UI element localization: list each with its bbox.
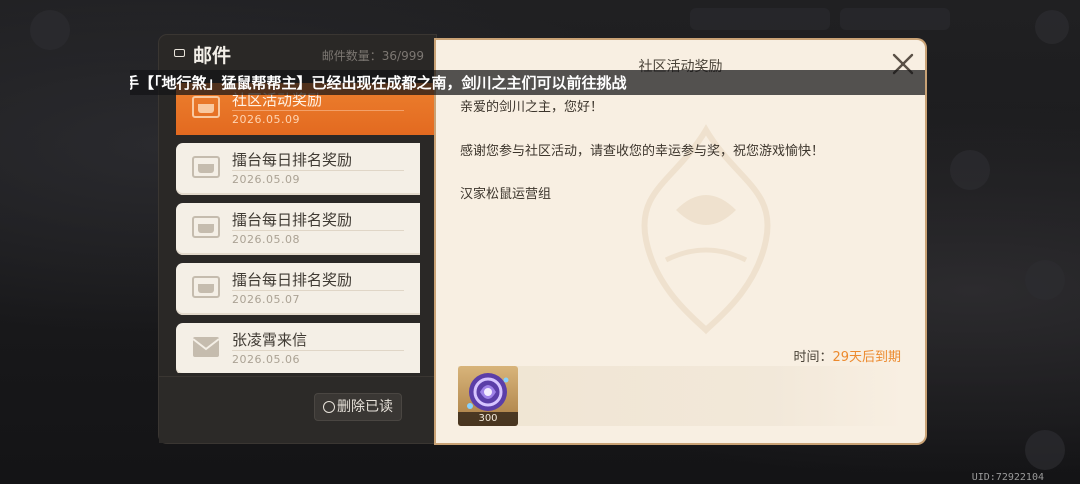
mail-item-date: 2026.05.09 (232, 173, 300, 186)
mail-item-date: 2026.05.07 (232, 293, 300, 306)
mail-item-date: 2026.05.06 (232, 353, 300, 366)
greeting-text: 亲爱的剑川之主，您好！ (460, 100, 604, 115)
background-decoration (840, 8, 950, 30)
mail-item-label: 擂台每日排名奖励 (232, 211, 353, 229)
uid-label: UID:72922104 (971, 472, 1044, 483)
divider (232, 350, 404, 351)
attachment-bar: 300 (458, 366, 904, 426)
divider (232, 230, 404, 231)
background-decoration (1025, 430, 1065, 470)
announcement-banner: 手【「地行煞」猛鼠帮帮主】已经出现在成都之南，剑川之主们可以前往挑战 (130, 70, 925, 95)
mail-detail-panel: 社区活动奖励 亲爱的剑川之主，您好！ 感谢您参与社区活动，请查收您的幸运参与奖，… (436, 40, 925, 443)
background-decoration (950, 150, 990, 190)
background-decoration (690, 8, 830, 30)
attachment-item[interactable]: 300 (458, 366, 518, 426)
eye-icon (174, 49, 185, 57)
mailbox-icon (192, 96, 220, 118)
background-decoration (1035, 10, 1069, 44)
mail-footer: 删除已读 (159, 376, 436, 443)
mail-count: 邮件数量：36/999 (321, 49, 424, 63)
envelope-icon (192, 337, 220, 357)
mail-title: 邮件 (193, 45, 232, 67)
mail-item[interactable]: 擂台每日排名奖励 2026.05.07 (176, 263, 420, 315)
mail-header: 邮件 邮件数量：36/999 (159, 35, 436, 75)
expiry-value: 29天后到期 (832, 350, 901, 365)
mail-item[interactable]: 张凌霄来信 2026.05.06 (176, 323, 420, 373)
divider (232, 170, 404, 171)
expiry-info: 时间：29天后到期 (793, 346, 901, 365)
mail-item-date: 2026.05.09 (232, 113, 300, 126)
delete-read-label: 删除已读 (337, 399, 393, 415)
mail-item-label: 擂台每日排名奖励 (232, 151, 353, 169)
divider (232, 290, 404, 291)
mailbox-icon (192, 156, 220, 178)
delete-read-button[interactable]: 删除已读 (314, 393, 402, 421)
mail-item[interactable]: 擂台每日排名奖励 2026.05.09 (176, 143, 420, 195)
mailbox-icon (192, 216, 220, 238)
mail-item-label: 擂台每日排名奖励 (232, 271, 353, 289)
mail-item[interactable]: 擂台每日排名奖励 2026.05.08 (176, 203, 420, 255)
announcement-text: 手【「地行煞」猛鼠帮帮主】已经出现在成都之南，剑川之主们可以前往挑战 (130, 74, 627, 92)
mail-item-date: 2026.05.08 (232, 233, 300, 246)
background-decoration (1025, 260, 1065, 300)
body-text: 感谢您参与社区活动，请查收您的幸运参与奖，祝您游戏愉快！ (460, 144, 825, 159)
background-decoration (30, 10, 70, 50)
attachment-quantity: 300 (458, 412, 518, 426)
expiry-label: 时间： (793, 350, 833, 365)
divider (232, 110, 404, 111)
mail-list[interactable]: 社区活动奖励 2026.05.09 擂台每日排名奖励 2026.05.09 擂台… (174, 83, 436, 373)
mailbox-icon (192, 276, 220, 298)
mail-item-label: 张凌霄来信 (232, 331, 308, 349)
mail-list-panel: 邮件 邮件数量：36/999 社区活动奖励 2026.05.09 擂台每日排名奖… (159, 35, 436, 443)
trash-icon (323, 401, 335, 413)
signature-text: 汉家松鼠运营组 (460, 187, 552, 202)
